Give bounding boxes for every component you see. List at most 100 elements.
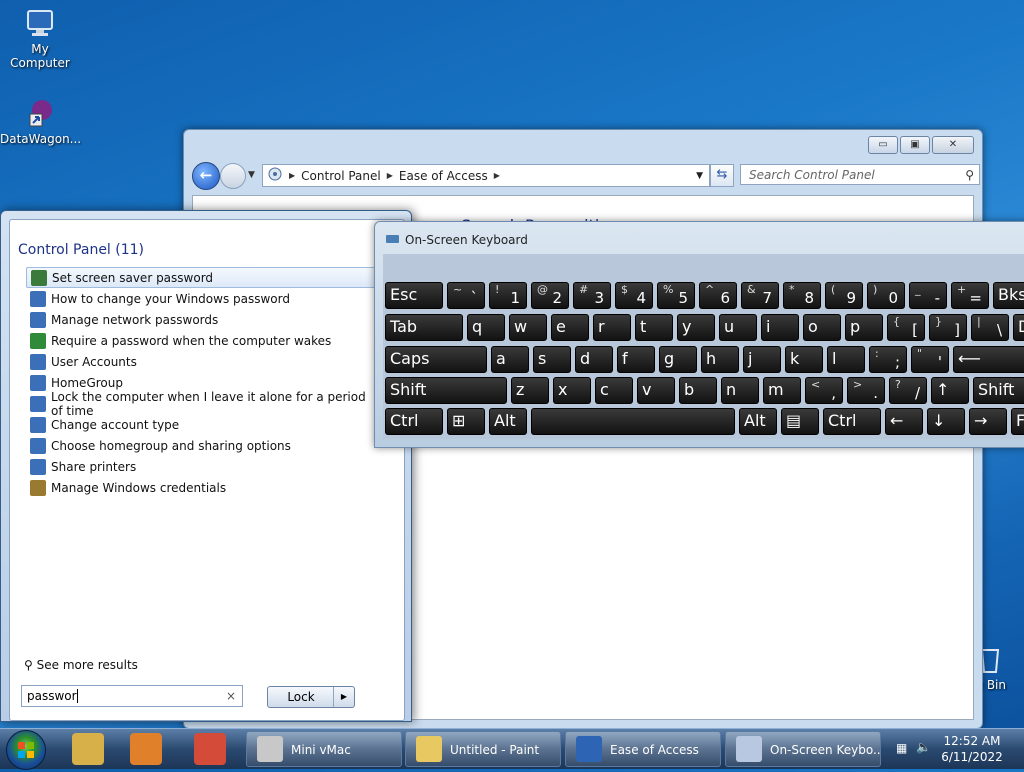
key[interactable]: Tab (385, 314, 463, 341)
key[interactable]: Ctrl (385, 408, 443, 435)
key[interactable]: k (785, 346, 823, 373)
key[interactable]: Bks (993, 282, 1024, 309)
key[interactable]: D (1013, 314, 1024, 341)
maximize-button[interactable]: ▣ (900, 136, 930, 154)
search-control-panel-input[interactable]: Search Control Panel ⚲ (740, 164, 980, 185)
key[interactable]: % 5 (657, 282, 695, 309)
my-computer-desktop-icon[interactable]: My Computer (0, 8, 80, 70)
key[interactable] (531, 408, 735, 435)
chrome-pin-icon[interactable] (194, 733, 226, 765)
minimize-button[interactable]: ▭ (868, 136, 898, 154)
key[interactable]: #3 (573, 282, 611, 309)
key[interactable]: {[ (887, 314, 925, 341)
key[interactable]: (9 (825, 282, 863, 309)
key[interactable]: v (637, 377, 675, 404)
search-result-item[interactable]: Require a password when the computer wak… (26, 330, 376, 351)
search-result-item[interactable]: Set screen saver password (26, 267, 376, 288)
address-bar[interactable]: ▶ Control Panel ▶ Ease of Access ▶ ▼ (262, 164, 710, 187)
key[interactable]: b (679, 377, 717, 404)
volume-icon[interactable]: 🔈 (916, 740, 931, 754)
key[interactable]: Alt (739, 408, 777, 435)
key[interactable]: ⊞ (447, 408, 485, 435)
address-dropdown-icon[interactable]: ▼ (696, 171, 703, 181)
key[interactable]: F (1011, 408, 1024, 435)
recent-pages-dropdown[interactable]: ▼ (248, 170, 255, 180)
key[interactable]: w (509, 314, 547, 341)
key[interactable]: ← (885, 408, 923, 435)
key[interactable]: z (511, 377, 549, 404)
key[interactable]: l (827, 346, 865, 373)
key[interactable]: * 8 (783, 282, 821, 309)
key[interactable]: r (593, 314, 631, 341)
key[interactable]: d (575, 346, 613, 373)
key[interactable]: y (677, 314, 715, 341)
key[interactable]: >. (847, 377, 885, 404)
key[interactable]: ) 0 (867, 282, 905, 309)
taskbar-button[interactable]: On-Screen Keybo... (725, 731, 881, 767)
key[interactable]: $4 (615, 282, 653, 309)
close-button[interactable]: ✕ (932, 136, 974, 154)
explorer-pin-icon[interactable] (72, 733, 104, 765)
key[interactable]: <, (805, 377, 843, 404)
network-icon[interactable]: ▦ (896, 741, 907, 755)
key[interactable]: Shift (973, 377, 1024, 404)
key[interactable]: p (845, 314, 883, 341)
key[interactable]: " ' (911, 346, 949, 373)
start-search-input[interactable]: passwor × (21, 685, 243, 707)
taskbar-button[interactable]: Ease of Access (565, 731, 721, 767)
key[interactable]: u (719, 314, 757, 341)
key[interactable]: ! 1 (489, 282, 527, 309)
shutdown-options-arrow-icon[interactable]: ▶ (333, 687, 354, 707)
key[interactable]: ? / (889, 377, 927, 404)
key[interactable]: @2 (531, 282, 569, 309)
back-button[interactable]: ← (192, 162, 220, 190)
breadcrumb-ease-of-access[interactable]: Ease of Access (399, 169, 488, 183)
key[interactable]: ~ ` (447, 282, 485, 309)
taskbar-button[interactable]: Untitled - Paint (405, 731, 561, 767)
key[interactable]: _ - (909, 282, 947, 309)
key[interactable]: }] (929, 314, 967, 341)
key[interactable]: Caps (385, 346, 487, 373)
search-result-item[interactable]: Choose homegroup and sharing options (26, 435, 376, 456)
key[interactable]: Ctrl (823, 408, 881, 435)
key[interactable]: n (721, 377, 759, 404)
key[interactable]: i (761, 314, 799, 341)
key[interactable]: → (969, 408, 1007, 435)
search-result-item[interactable]: Share printers (26, 456, 376, 477)
key[interactable]: g (659, 346, 697, 373)
key[interactable]: + = (951, 282, 989, 309)
see-more-results-link[interactable]: ⚲ See more results (24, 658, 138, 672)
key[interactable]: f (617, 346, 655, 373)
key[interactable]: x (553, 377, 591, 404)
search-result-item[interactable]: User Accounts (26, 351, 376, 372)
datawagon-desktop-icon[interactable]: DataWagon... (0, 98, 81, 146)
key[interactable]: j (743, 346, 781, 373)
key[interactable]: e (551, 314, 589, 341)
key[interactable]: a (491, 346, 529, 373)
lock-button[interactable]: Lock ▶ (267, 686, 355, 708)
refresh-button[interactable]: ⇆ (710, 164, 734, 187)
key[interactable]: Alt (489, 408, 527, 435)
key[interactable]: :; (869, 346, 907, 373)
key[interactable]: h (701, 346, 739, 373)
key[interactable]: m (763, 377, 801, 404)
key[interactable]: & 7 (741, 282, 779, 309)
key[interactable]: ↑ (931, 377, 969, 404)
key[interactable]: q (467, 314, 505, 341)
key[interactable]: o (803, 314, 841, 341)
taskbar-button[interactable]: Mini vMac (246, 731, 402, 767)
key[interactable]: Shift (385, 377, 507, 404)
key[interactable]: | \ (971, 314, 1009, 341)
search-result-item[interactable]: How to change your Windows password (26, 288, 376, 309)
key[interactable]: s (533, 346, 571, 373)
media-player-pin-icon[interactable] (130, 733, 162, 765)
key[interactable]: c (595, 377, 633, 404)
breadcrumb-control-panel[interactable]: Control Panel (301, 169, 381, 183)
key[interactable]: ⟵ (953, 346, 1024, 373)
key[interactable]: Esc (385, 282, 443, 309)
search-result-item[interactable]: Lock the computer when I leave it alone … (26, 390, 376, 418)
key[interactable]: ^ 6 (699, 282, 737, 309)
key[interactable]: t (635, 314, 673, 341)
search-result-item[interactable]: Manage network passwords (26, 309, 376, 330)
clock[interactable]: 12:52 AM 6/11/2022 (940, 733, 1004, 765)
